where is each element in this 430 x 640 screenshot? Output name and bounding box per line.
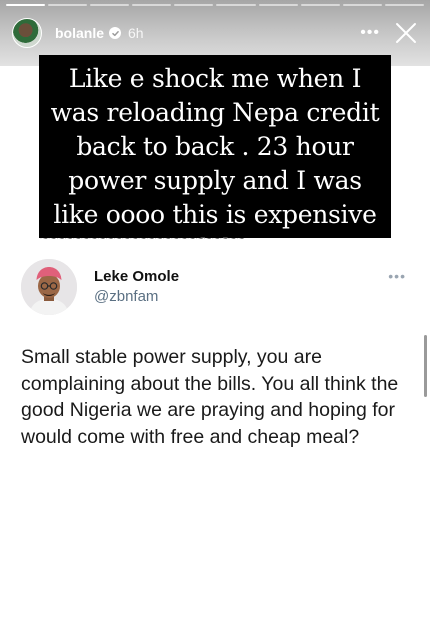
tweet-avatar[interactable] — [21, 259, 77, 315]
progress-segment — [300, 4, 340, 6]
story-caption: Like e shock me when I was reloading Nep… — [39, 55, 391, 263]
progress-segment — [132, 4, 172, 6]
progress-segment — [384, 4, 424, 6]
progress-segment — [342, 4, 382, 6]
tweet-more-icon[interactable]: ••• — [388, 268, 406, 284]
progress-segment — [258, 4, 298, 6]
story-progress-bar — [6, 4, 424, 6]
more-options-icon[interactable]: ••• — [360, 25, 380, 41]
tweet-display-name[interactable]: Leke Omole — [94, 268, 179, 285]
scrollbar-thumb[interactable] — [424, 335, 427, 397]
tweet-handle[interactable]: @zbnfam — [94, 288, 158, 305]
progress-segment — [216, 4, 256, 6]
story-avatar[interactable] — [12, 18, 42, 48]
cropped-text-remnant: ~~~~~~~~~~~~~~~~~~~~~~~~~ — [40, 238, 245, 246]
progress-segment — [90, 4, 130, 6]
tweet-text: Small stable power supply, you are compl… — [21, 346, 399, 448]
story-username[interactable]: bolanle — [55, 25, 104, 41]
verified-badge-icon — [109, 27, 122, 39]
progress-segment — [174, 4, 214, 6]
story-time: 6h — [128, 25, 144, 41]
story-user-bar: bolanle 6h ••• — [12, 16, 418, 50]
progress-segment — [6, 4, 46, 6]
progress-segment — [48, 4, 88, 6]
close-icon[interactable] — [394, 21, 418, 45]
